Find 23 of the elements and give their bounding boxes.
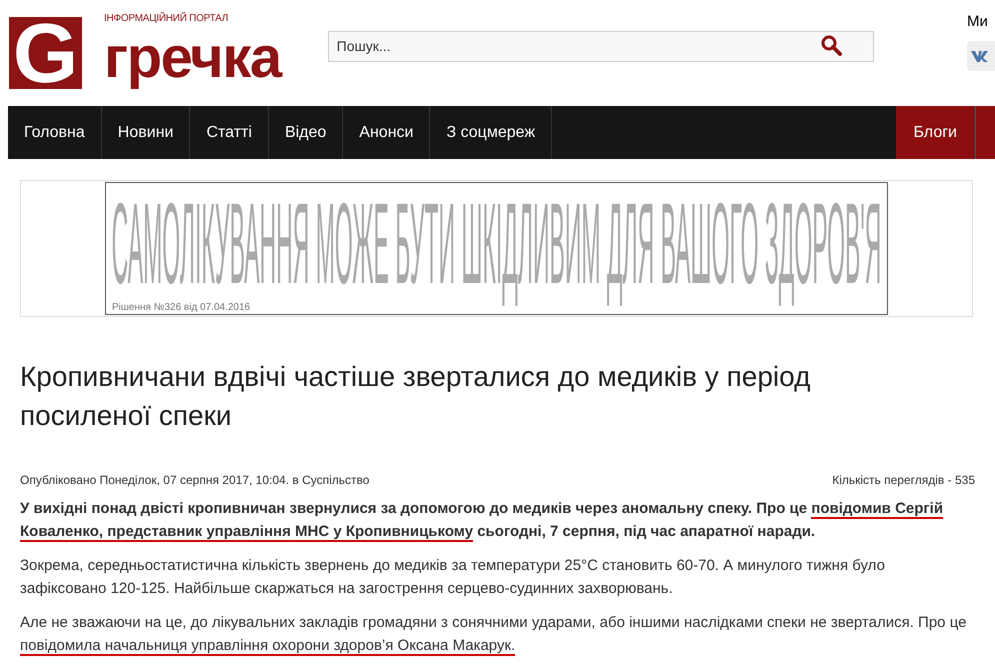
logo-tagline: ІНФОРМАЦІЙНИЙ ПОРТАЛ [104, 11, 230, 26]
search-icon[interactable] [820, 34, 844, 58]
logo-name[interactable]: гречка [104, 26, 281, 90]
nav-link[interactable]: Головна [8, 106, 102, 159]
article-paragraph: Але не зважаючи на це, до лікувальних закладів громадяни з сонячними ударами, або іншими наслідками спеки не зверталися. Про це повідомила начальниця управління охорони здоров’я Оксана Макарук. [20, 613, 968, 657]
publish-info: Опубліковано Понеділок, 07 серпня 2017, 10:04. в Суспільство [20, 472, 370, 489]
social-label: Ми [967, 12, 989, 32]
nav-link[interactable]: Анонси [343, 106, 430, 159]
nav-link[interactable]: З соцмереж [430, 106, 552, 159]
nav-link[interactable]: Відео [268, 106, 344, 159]
vk-icon [971, 50, 991, 62]
nav-link[interactable]: Статті [190, 106, 269, 159]
article-title: Кропивничани вдвічі частіше зверталися до медиків у період посиленої спеки [20, 360, 812, 433]
logo-letter[interactable]: G [9, 17, 82, 89]
nav-link[interactable]: Новини [102, 106, 190, 159]
view-count: Кількість переглядів - 535 [832, 472, 975, 489]
vk-button[interactable] [967, 41, 995, 72]
ad-banner[interactable]: САМОЛІКУВАННЯ МОЖЕ БУТИ ШКІДЛИВИМ ДЛЯ ВАШОГО ЗДОРОВ'Я Рішення №326 від 07.04.2016 [105, 182, 888, 315]
nav-link[interactable]: Блоги [896, 106, 975, 159]
banner-caption: Рішення №326 від 07.04.2016 [112, 302, 252, 314]
search-field[interactable]: Пошук... [328, 30, 874, 62]
article-paragraph: У вихідні понад двісті кропивничан звернулися за допомогою до медиків через аномальну спеку. Про це повідомив Сергій Коваленко, представник управління МНС у Кропивницькому сьогодні, 7 серпня, під час апаратної наради. [20, 499, 944, 543]
article-paragraph: Зокрема, середньостатистична кількість звернень до медиків за температури 25°С становить 60-70. А минулого тижня було зафіксовано 120-125. Найбільше скаржаться на загострення серцево-судинних захворювань. [20, 556, 886, 599]
